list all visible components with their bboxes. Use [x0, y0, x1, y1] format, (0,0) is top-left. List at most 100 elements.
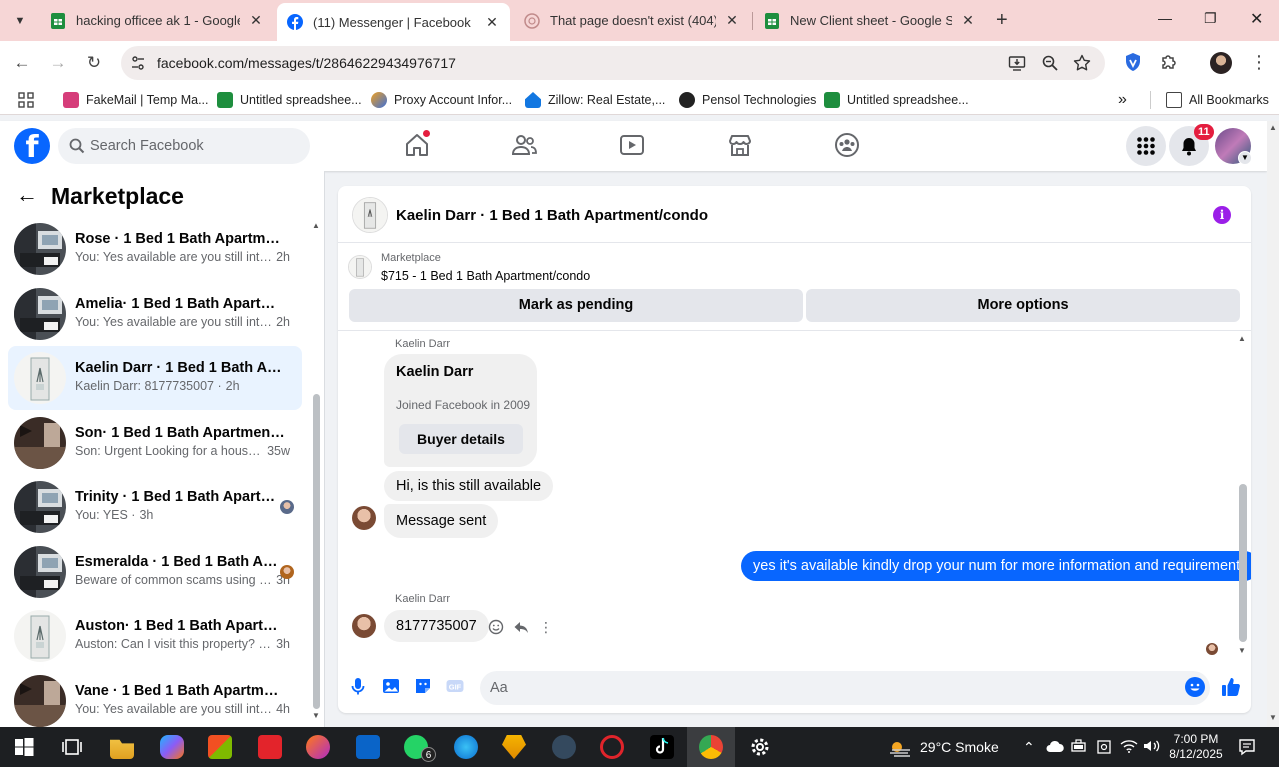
- settings-gear-icon[interactable]: [748, 735, 772, 759]
- system-clock[interactable]: 7:00 PM 8/12/2025: [1166, 732, 1226, 762]
- tiktok-icon[interactable]: [650, 735, 674, 759]
- microsoft-store-icon[interactable]: [208, 735, 232, 759]
- message-bubble[interactable]: 8177735007: [384, 610, 489, 642]
- listing-title[interactable]: $715 - 1 Bed 1 Bath Apartment/condo: [381, 269, 590, 283]
- copilot-icon[interactable]: [160, 735, 184, 759]
- bookmark-untitled-spreadsheet-2[interactable]: Untitled spreadshee...: [824, 91, 969, 109]
- wifi-icon[interactable]: [1120, 739, 1138, 756]
- thumbs-up-icon[interactable]: [1220, 676, 1240, 696]
- chevron-down-icon[interactable]: ▼: [1238, 151, 1252, 165]
- medal-app-icon[interactable]: [502, 735, 526, 759]
- conversation-item[interactable]: Trinity · 1 Bed 1 Bath Apartment/condo Yo…: [8, 475, 302, 539]
- capture-icon[interactable]: [1096, 739, 1112, 758]
- bookmark-untitled-spreadsheet[interactable]: Untitled spreadshee...: [217, 91, 362, 109]
- sticker-icon[interactable]: [413, 676, 433, 696]
- conversation-item[interactable]: Kaelin Darr · 1 Bed 1 Bath Apartment/con…: [8, 346, 302, 410]
- restore-icon[interactable]: ❐: [1204, 10, 1217, 27]
- close-tab-icon[interactable]: ✕: [248, 12, 264, 29]
- scroll-up-icon[interactable]: ▲: [1238, 334, 1246, 343]
- photo-icon[interactable]: [381, 676, 401, 696]
- conversation-item[interactable]: Rose · 1 Bed 1 Bath Apartment/condo You: …: [8, 217, 302, 281]
- all-bookmarks-folder[interactable]: All Bookmarks: [1166, 91, 1269, 109]
- buyer-details-button[interactable]: Buyer details: [399, 424, 523, 454]
- scrollbar-thumb[interactable]: [313, 394, 320, 709]
- more-actions-icon[interactable]: ⋮: [538, 619, 554, 635]
- own-message-bubble[interactable]: yes it's available kindly drop your num …: [741, 551, 1251, 581]
- more-bookmarks-chevron-icon[interactable]: »: [1118, 91, 1127, 109]
- sender-avatar[interactable]: [352, 506, 376, 530]
- show-hidden-icons-chevron-icon[interactable]: ⌃: [1023, 739, 1035, 756]
- gif-icon[interactable]: GIF: [445, 676, 465, 696]
- profile-avatar-icon[interactable]: [1210, 52, 1232, 74]
- notification-center-icon[interactable]: [1238, 738, 1256, 759]
- close-tab-icon[interactable]: ✕: [960, 12, 976, 29]
- apps-grid-icon[interactable]: [18, 91, 34, 109]
- microphone-icon[interactable]: [348, 676, 368, 696]
- tab-404[interactable]: That page doesn't exist (404) - Facebook…: [514, 4, 750, 37]
- bookmark-fakemail[interactable]: FakeMail | Temp Ma...: [63, 91, 209, 109]
- weather-icon[interactable]: [888, 739, 912, 760]
- listing-thumbnail[interactable]: [348, 255, 372, 279]
- battery-icon[interactable]: [1071, 739, 1087, 756]
- sidebar-scrollbar[interactable]: ▲ ▼: [312, 221, 320, 720]
- message-input[interactable]: [480, 671, 1210, 705]
- chat-scrollbar[interactable]: ▲ ▼: [1238, 334, 1248, 655]
- new-tab-plus-icon[interactable]: +: [996, 9, 1008, 32]
- search-input[interactable]: [90, 128, 300, 164]
- sender-avatar[interactable]: [352, 614, 376, 638]
- windows-start-icon[interactable]: [12, 735, 36, 759]
- volume-icon[interactable]: [1143, 739, 1161, 756]
- listing-thumbnail[interactable]: [352, 197, 388, 233]
- app-icon[interactable]: [552, 735, 576, 759]
- info-icon[interactable]: i: [1213, 206, 1231, 224]
- conversation-item[interactable]: Amelia· 1 Bed 1 Bath Apartment/condo You:…: [8, 282, 302, 346]
- scrollbar-thumb[interactable]: [1239, 484, 1247, 642]
- conversation-item[interactable]: Son· 1 Bed 1 Bath Apartment/condo Son: Ur…: [8, 411, 302, 475]
- address-bar[interactable]: facebook.com/messages/t/2864622943497671…: [121, 46, 1105, 80]
- shield-extension-icon[interactable]: [1122, 52, 1144, 74]
- message-bubble[interactable]: Message sent: [384, 504, 499, 538]
- window-close-icon[interactable]: ✕: [1250, 9, 1263, 29]
- reply-icon[interactable]: [513, 619, 529, 635]
- minimize-icon[interactable]: —: [1158, 10, 1172, 26]
- conversation-item[interactable]: Esmeralda · 1 Bed 1 Bath Apartment/condo…: [8, 540, 302, 604]
- scroll-up-icon[interactable]: ▲: [1269, 123, 1277, 132]
- install-app-icon[interactable]: [1008, 54, 1026, 72]
- facebook-search[interactable]: [58, 128, 310, 164]
- close-tab-icon[interactable]: ✕: [484, 14, 500, 31]
- outlook-icon[interactable]: [356, 735, 380, 759]
- task-view-icon[interactable]: [60, 735, 84, 759]
- bookmark-zillow[interactable]: Zillow: Real Estate,...: [525, 91, 665, 109]
- back-arrow-icon[interactable]: ←: [16, 184, 38, 206]
- conversation-item[interactable]: Vane · 1 Bed 1 Bath Apartment/condo You: …: [8, 669, 302, 728]
- bookmark-star-icon[interactable]: [1073, 54, 1091, 72]
- friends-nav-icon[interactable]: [510, 131, 540, 161]
- weather-text[interactable]: 29°C Smoke: [920, 739, 999, 755]
- scroll-down-icon[interactable]: ▼: [1269, 713, 1277, 722]
- opera-icon[interactable]: [600, 735, 624, 759]
- tab-messenger[interactable]: (11) Messenger | Facebook ✕: [277, 3, 510, 41]
- groups-nav-icon[interactable]: [833, 131, 863, 161]
- page-scrollbar[interactable]: ▲ ▼: [1267, 121, 1279, 727]
- bookmark-proxy-account[interactable]: Proxy Account Infor...: [371, 91, 512, 109]
- tab-new-client-sheet[interactable]: New Client sheet - Google Sheets ✕: [754, 4, 986, 37]
- bookmark-pensol[interactable]: Pensol Technologies: [679, 91, 816, 109]
- close-tab-icon[interactable]: ✕: [724, 12, 740, 29]
- emoji-icon[interactable]: [1185, 677, 1205, 697]
- emoji-react-icon[interactable]: [488, 619, 504, 635]
- more-options-button[interactable]: More options: [806, 289, 1240, 322]
- onedrive-cloud-icon[interactable]: [1046, 739, 1064, 756]
- reload-icon[interactable]: ↻: [83, 52, 105, 74]
- file-explorer-icon[interactable]: [110, 739, 134, 759]
- edge-icon[interactable]: [454, 735, 478, 759]
- forward-arrow-icon[interactable]: →: [47, 52, 69, 74]
- extensions-puzzle-icon[interactable]: [1158, 52, 1180, 74]
- scroll-up-icon[interactable]: ▲: [312, 221, 320, 230]
- marketplace-nav-icon[interactable]: [726, 131, 756, 161]
- zoom-icon[interactable]: [1041, 54, 1059, 72]
- scroll-down-icon[interactable]: ▼: [1238, 646, 1246, 655]
- app-icon[interactable]: [306, 735, 330, 759]
- conversation-item[interactable]: Auston· 1 Bed 1 Bath Apartment/condo Aust…: [8, 604, 302, 668]
- menu-kebab-icon[interactable]: ⋮: [1248, 52, 1270, 74]
- anydesk-icon[interactable]: [258, 735, 282, 759]
